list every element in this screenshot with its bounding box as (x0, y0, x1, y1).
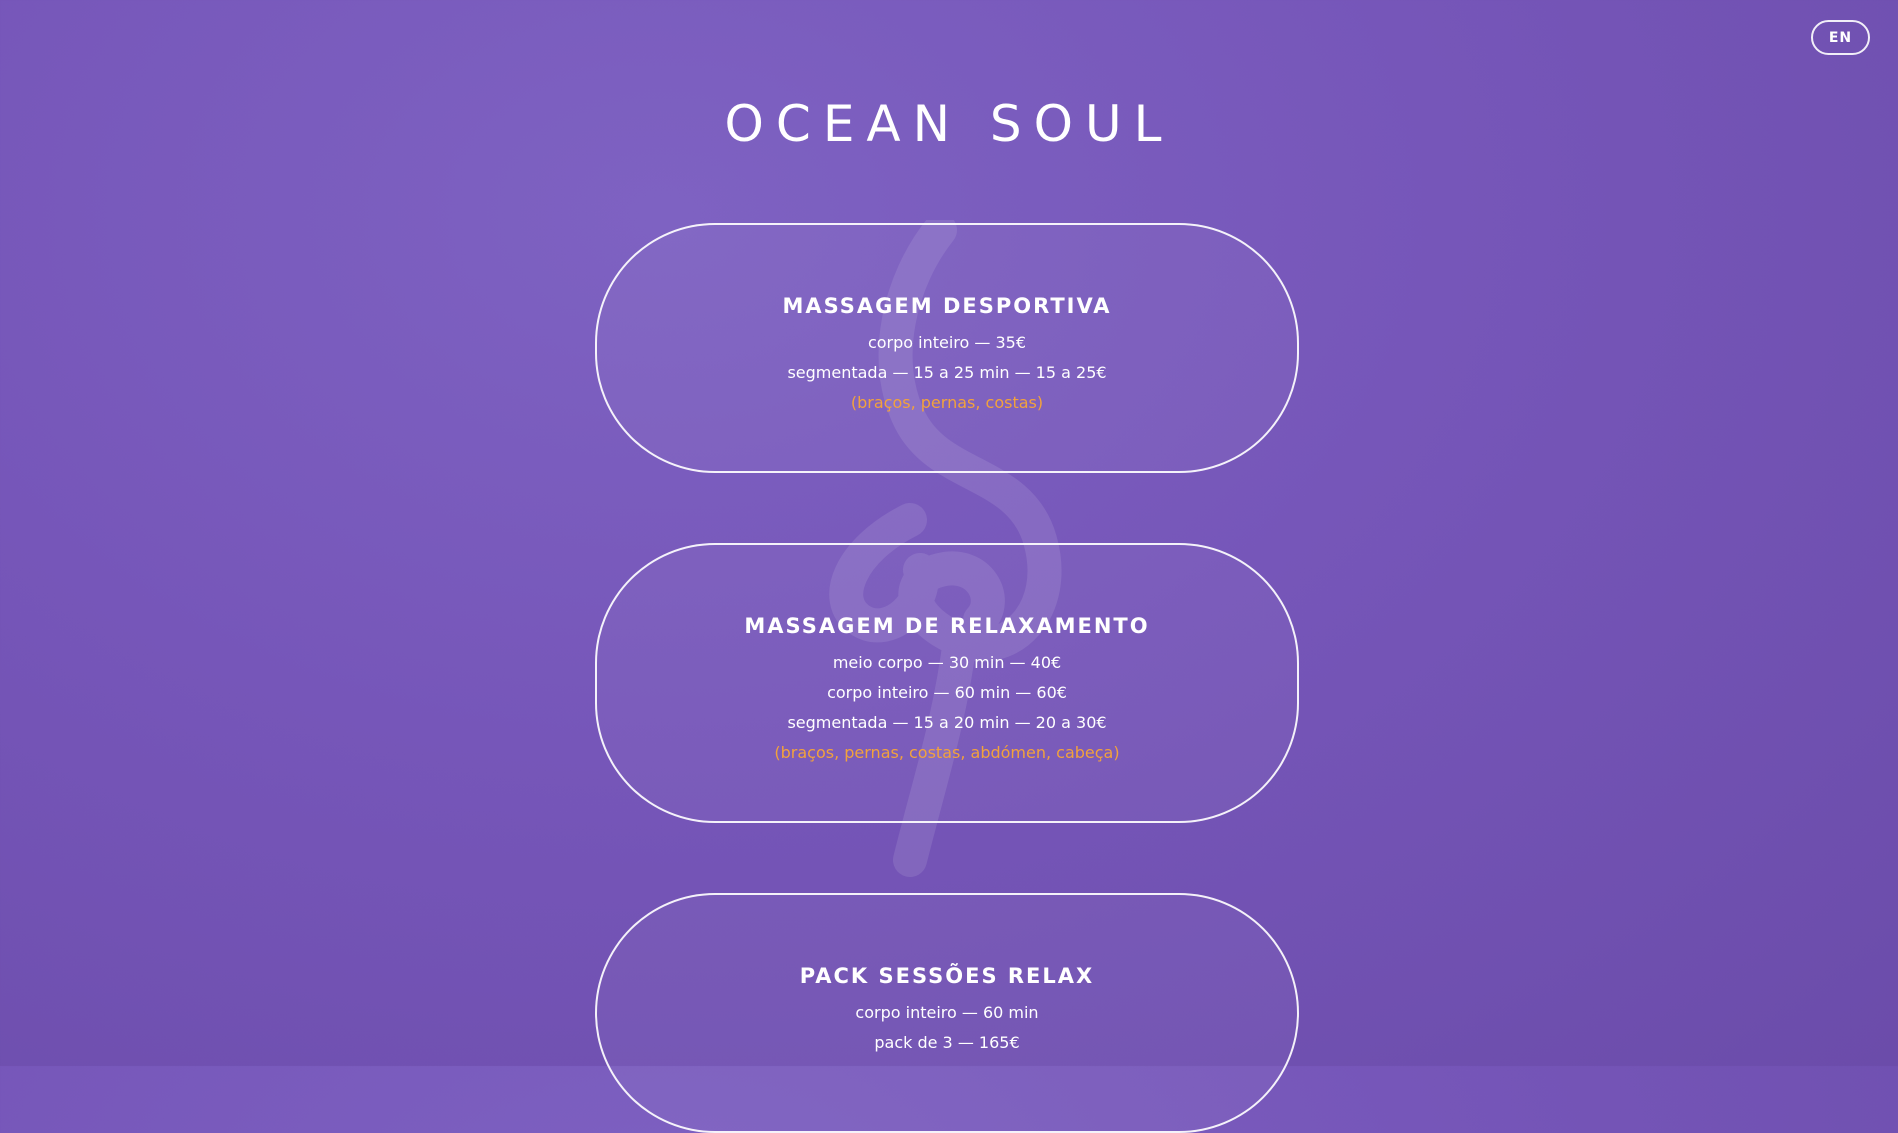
service-title: MASSAGEM DESPORTIVA (782, 294, 1112, 318)
service-price-line: segmentada — 15 a 25 min — 15 a 25€ (787, 363, 1107, 382)
service-price-line: corpo inteiro — 35€ (867, 333, 1027, 352)
service-price-line: corpo inteiro — 60 min — 60€ (827, 683, 1067, 702)
service-card-relaxation-massage: MASSAGEM DE RELAXAMENTO meio corpo — 30 … (595, 543, 1299, 823)
service-price-line: meio corpo — 30 min — 40€ (832, 653, 1062, 672)
service-title: PACK SESSÕES RELAX (799, 964, 1095, 988)
service-note: (braços, pernas, costas) (850, 393, 1044, 412)
service-price-line: pack de 3 — 165€ (874, 1033, 1020, 1052)
service-card-sports-massage: MASSAGEM DESPORTIVA corpo inteiro — 35€ … (595, 223, 1299, 473)
service-card-relax-pack: PACK SESSÕES RELAX corpo inteiro — 60 mi… (595, 893, 1299, 1133)
service-price-line: segmentada — 15 a 20 min — 20 a 30€ (787, 713, 1107, 732)
service-note: (braços, pernas, costas, abdómen, cabeça… (774, 743, 1120, 762)
language-toggle-button[interactable]: EN (1811, 20, 1870, 55)
service-price-line: corpo inteiro — 60 min (855, 1003, 1039, 1022)
service-title: MASSAGEM DE RELAXAMENTO (744, 614, 1150, 638)
site-title: OCEAN SOUL (724, 95, 1174, 153)
page: EN OCEAN SOUL MASSAGEM DESPORTIVA corpo … (0, 0, 1898, 1133)
